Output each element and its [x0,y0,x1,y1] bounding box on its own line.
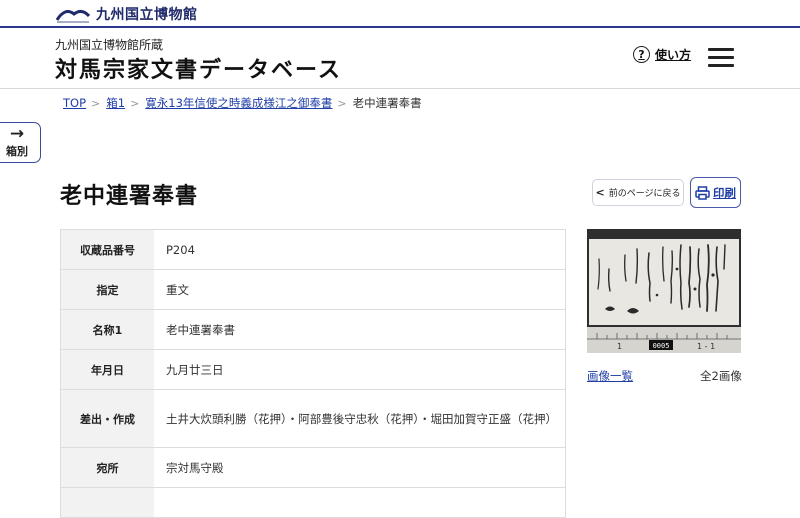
breadcrumb-parent[interactable]: 寛永13年信使之時義成様江之御奉書 [145,95,332,111]
chevron-right-icon: > [91,96,101,110]
row-label: 年月日 [61,350,154,389]
breadcrumb-current: 老中連署奉書 [352,96,422,110]
row-value: P204 [166,242,195,257]
image-list-link[interactable]: 画像一覧 [587,368,633,384]
help-icon: ? [633,46,650,63]
row-value [154,488,565,517]
site-header: 九州国立博物館所蔵 対馬宗家文書データベース ? 使い方 [0,28,800,89]
row-label: 差出・作成 [61,390,154,447]
print-label: 印刷 [713,185,736,200]
row-value: 老中連署奉書 [166,322,235,337]
arrow-right-icon: → [9,124,25,144]
row-value: 九月廿三日 [166,362,224,377]
row-label: 収蔵品番号 [61,230,154,269]
document-thumbnail[interactable]: 0005 1 - 1 1 [587,229,741,353]
row-value: 重文 [166,282,189,297]
thumb-ruler-mark: 1 [617,342,622,351]
chevron-right-icon: > [337,96,347,110]
row-label: 宛所 [61,448,154,487]
thumb-page-label: 1 - 1 [697,342,715,351]
help-link[interactable]: ? 使い方 [633,46,691,63]
museum-logo[interactable]: 九州国立博物館 [56,3,198,25]
row-value: 土井大炊頭利勝（花押）・阿部豊後守忠秋（花押）・堀田加賀守正盛（花押） [166,411,557,426]
document-image: 0005 1 - 1 1 [587,229,741,353]
hamburger-menu-button[interactable] [708,47,734,67]
chevron-left-icon: < [595,186,605,199]
breadcrumb-box[interactable]: 箱1 [106,95,125,111]
breadcrumb: TOP > 箱1 > 寛永13年信使之時義成様江之御奉書 > 老中連署奉書 [63,94,422,112]
print-button[interactable]: 印刷 [690,177,741,208]
menu-bar-icon [708,56,734,59]
help-label: 使い方 [655,48,692,62]
site-title[interactable]: 対馬宗家文書データベース [55,52,342,84]
table-row: 差出・作成 土井大炊頭利勝（花押）・阿部豊後守忠秋（花押）・堀田加賀守正盛（花押… [61,390,565,448]
row-label: 指定 [61,270,154,309]
thumb-frame-number: 0005 [653,342,670,350]
site-subtitle: 九州国立博物館所蔵 [55,38,164,52]
row-label: 名称1 [61,310,154,349]
box-nav-button[interactable]: → 箱別 [0,122,41,163]
row-value: 宗対馬守殿 [166,460,224,475]
museum-logo-icon [56,9,90,23]
table-row: 年月日 九月廿三日 [61,350,565,390]
breadcrumb-top[interactable]: TOP [63,96,86,110]
museum-name: 九州国立博物館 [96,7,198,23]
page-title: 老中連署奉書 [60,184,199,209]
printer-icon [695,185,710,200]
table-row [61,488,565,518]
table-row: 指定 重文 [61,270,565,310]
row-label [61,488,154,517]
image-count: 全2画像 [700,369,742,383]
details-table: 収蔵品番号 P204 指定 重文 名称1 老中連署奉書 年月日 九月廿三日 差出… [60,229,566,518]
chevron-right-icon: > [130,96,140,110]
table-row: 収蔵品番号 P204 [61,230,565,270]
menu-bar-icon [708,48,734,51]
menu-bar-icon [708,64,734,67]
back-button[interactable]: < 前のページに戻る [592,179,684,206]
table-row: 名称1 老中連署奉書 [61,310,565,350]
back-label: 前のページに戻る [608,189,681,199]
museum-topbar: 九州国立博物館 [0,0,800,28]
table-row: 宛所 宗対馬守殿 [61,448,565,488]
box-nav-label: 箱別 [6,145,28,158]
